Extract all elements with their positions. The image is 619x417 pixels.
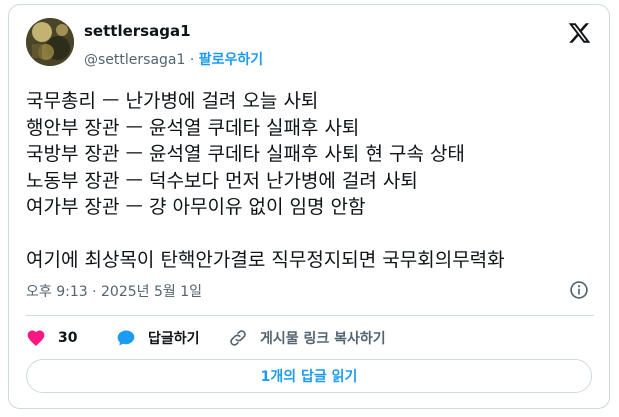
copy-link-label: 게시물 링크 복사하기 (260, 331, 386, 347)
speech-bubble-icon (117, 330, 135, 346)
reply-button[interactable]: 답글하기 (116, 326, 200, 350)
info-icon[interactable] (569, 280, 589, 300)
copy-link-button[interactable]: 게시물 링크 복사하기 (228, 326, 386, 350)
handle-row: @settlersaga1 · 팔로우하기 (84, 49, 263, 69)
like-button[interactable]: 30 (26, 326, 77, 350)
tweet-text: 국무총리 ㅡ 난가병에 걸려 오늘 사퇴 행안부 장관 ㅡ 윤석열 쿠데타 실패… (26, 90, 505, 271)
handle-separator: · (189, 52, 195, 68)
handle[interactable]: @settlersaga1 (84, 52, 185, 68)
read-replies-button[interactable]: 1개의 답글 읽기 (26, 359, 592, 393)
link-icon (230, 330, 246, 346)
avatar[interactable] (26, 18, 74, 66)
display-name[interactable]: settlersaga1 (84, 22, 191, 40)
x-logo-icon[interactable] (567, 21, 592, 45)
heart-icon (27, 330, 45, 346)
reply-label: 답글하기 (148, 331, 200, 347)
tweet-card: settlersaga1 @settlersaga1 · 팔로우하기 국무총리 … (8, 4, 610, 409)
like-count: 30 (58, 330, 78, 346)
tweet-timestamp[interactable]: 오후 9:13 · 2025년 5월 1일 (26, 281, 202, 301)
follow-button[interactable]: 팔로우하기 (199, 52, 263, 68)
avatar-image (26, 18, 74, 66)
divider (26, 315, 594, 316)
